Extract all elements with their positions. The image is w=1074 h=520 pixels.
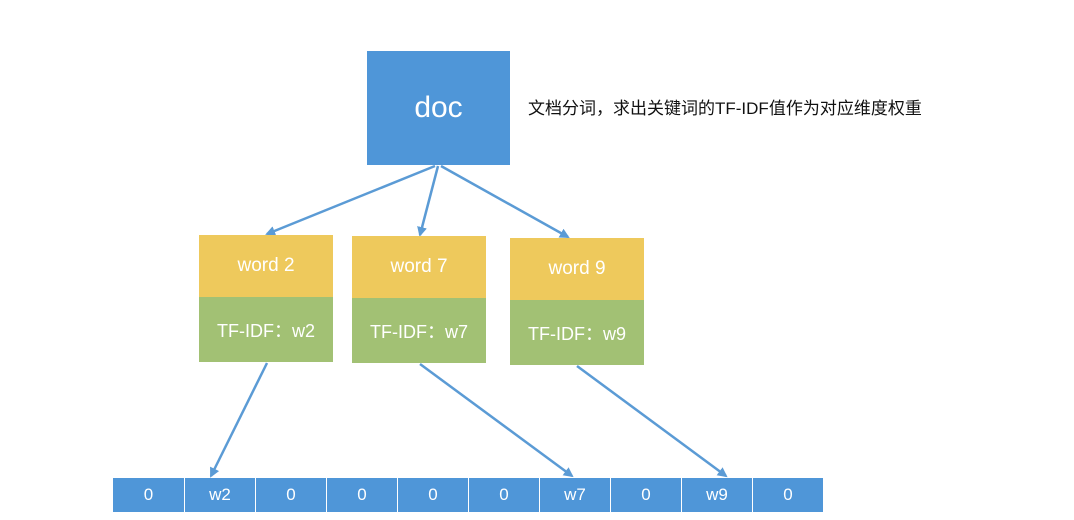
vector-cell: w7	[539, 478, 610, 512]
vector-cell: 0	[255, 478, 326, 512]
vector-cell: w9	[681, 478, 752, 512]
tfidf-label: TF-IDF：w2	[199, 297, 333, 362]
word-label: word 9	[510, 238, 644, 300]
feature-vector: 0 w2 0 0 0 0 w7 0 w9 0	[113, 478, 823, 512]
tfidf-label: TF-IDF：w7	[352, 298, 486, 363]
word-card-9: word 9 TF-IDF：w9	[510, 238, 644, 365]
vector-cell: 0	[610, 478, 681, 512]
vector-cell: 0	[326, 478, 397, 512]
arrow-word-9-to-vector	[576, 364, 728, 478]
vector-cell: w2	[184, 478, 255, 512]
doc-node: doc	[367, 51, 510, 165]
tfidf-label: TF-IDF：w9	[510, 300, 644, 365]
arrow-doc-to-word-7	[417, 165, 440, 237]
word-card-2: word 2 TF-IDF：w2	[199, 235, 333, 362]
word-label: word 2	[199, 235, 333, 297]
arrow-doc-to-word-2	[265, 164, 436, 236]
word-card-7: word 7 TF-IDF：w7	[352, 236, 486, 363]
caption-text: 文档分词，求出关键词的TF-IDF值作为对应维度权重	[528, 99, 922, 118]
diagram-canvas: doc 文档分词，求出关键词的TF-IDF值作为对应维度权重 word 2 TF…	[0, 0, 1074, 520]
vector-cell: 0	[113, 478, 184, 512]
vector-cell: 0	[397, 478, 468, 512]
doc-label: doc	[414, 91, 463, 124]
arrow-word-7-to-vector	[419, 362, 574, 478]
vector-cell: 0	[468, 478, 539, 512]
arrow-word-2-to-vector	[209, 362, 269, 478]
word-label: word 7	[352, 236, 486, 298]
vector-cell: 0	[752, 478, 823, 512]
arrow-doc-to-word-9	[440, 164, 570, 239]
